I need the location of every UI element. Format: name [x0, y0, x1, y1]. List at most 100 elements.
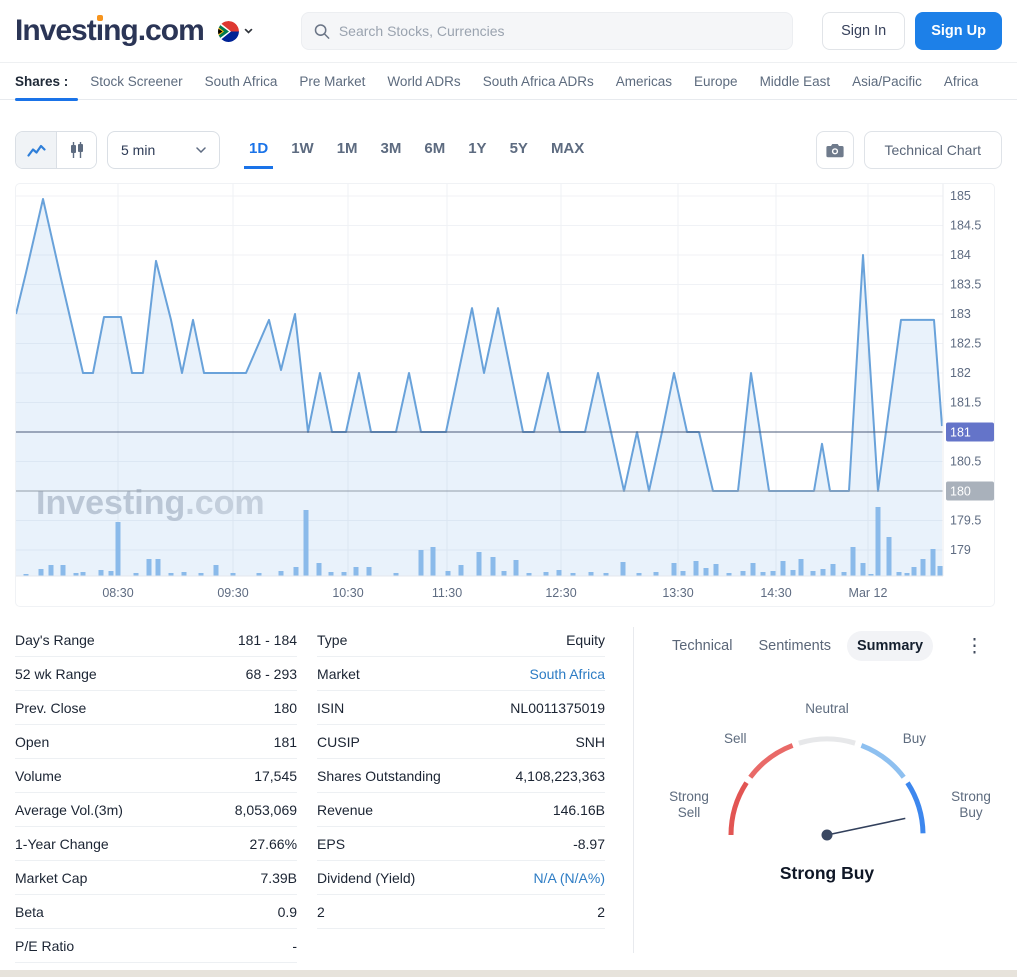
stat-value: 0.9	[277, 903, 298, 920]
nav-item-asia-pacific[interactable]: Asia/Pacific	[852, 74, 922, 89]
stat-label: CUSIP	[317, 733, 360, 750]
table-row: ISIN NL0011375019	[317, 691, 606, 725]
svg-text:08:30: 08:30	[102, 586, 133, 600]
technical-chart-button[interactable]: Technical Chart	[863, 131, 1002, 169]
logo-orange-dot	[96, 15, 103, 21]
svg-text:183: 183	[950, 307, 971, 321]
tab-summary[interactable]: Summary	[847, 631, 934, 661]
line-chart-button[interactable]	[16, 132, 56, 168]
timeframe-3m[interactable]: 3M	[376, 132, 407, 169]
stat-value: 27.66%	[249, 835, 298, 852]
svg-text:182.5: 182.5	[950, 337, 981, 351]
top-header: Investıng.com Sign In Sign Up	[0, 0, 1017, 62]
country-selector[interactable]	[217, 20, 253, 42]
table-row: CUSIP SNH	[317, 725, 606, 759]
stat-value: 68 - 293	[245, 665, 298, 682]
timeframe-1w[interactable]: 1W	[286, 132, 319, 169]
candlestick-icon	[70, 142, 83, 158]
interval-value: 5 min	[121, 142, 156, 158]
stat-value: 181 - 184	[237, 631, 298, 648]
summary-tabs: Technical Sentiments Summary ⋮	[662, 631, 992, 661]
table-row: Market South Africa	[317, 657, 606, 691]
stat-label: 1-Year Change	[15, 835, 109, 852]
stat-value: 4,108,223,363	[515, 767, 606, 784]
gauge-label-buy: Buy	[902, 731, 927, 746]
stat-value: 8,053,069	[234, 801, 298, 818]
stat-value[interactable]: South Africa	[530, 666, 606, 682]
timeframe-1d[interactable]: 1D	[244, 132, 274, 169]
kebab-menu-icon[interactable]: ⋮	[965, 637, 984, 656]
sentiment-gauge: Neutral Sell Buy Strong Sell Strong Buy	[662, 701, 992, 853]
interval-dropdown[interactable]: 5 min	[107, 131, 220, 169]
stats-table-left: Day's Range 181 - 184 52 wk Range 68 - 293 P…	[15, 623, 298, 963]
stat-value: -	[292, 937, 298, 954]
svg-text:185: 185	[950, 189, 971, 203]
nav-item-south-africa-adrs[interactable]: South Africa ADRs	[483, 74, 594, 89]
stat-label: P/E Ratio	[15, 937, 75, 954]
timeframe-6m[interactable]: 6M	[419, 132, 450, 169]
nav-item-europe[interactable]: Europe	[694, 74, 738, 89]
nav-item-south-africa[interactable]: South Africa	[205, 74, 278, 89]
stat-label: ISIN	[317, 699, 345, 716]
stat-value: NL0011375019	[510, 699, 606, 716]
table-row: 1-Year Change 27.66%	[15, 827, 298, 861]
stat-value: 180	[273, 699, 298, 716]
nav-item-pre-market[interactable]: Pre Market	[299, 74, 365, 89]
table-row: P/E Ratio -	[15, 929, 298, 963]
table-row: Revenue 146.16B	[317, 793, 606, 827]
shares-nav-label: Shares :	[15, 73, 69, 89]
table-row: Day's Range 181 - 184	[15, 623, 298, 657]
stat-label: Volume	[15, 767, 62, 784]
svg-text:179.5: 179.5	[950, 514, 981, 528]
table-row: Type Equity	[317, 623, 606, 657]
gauge-label-strong-sell: Strong Sell	[669, 789, 709, 821]
nav-item-stock-screener[interactable]: Stock Screener	[90, 74, 182, 89]
table-row: Volume 17,545	[15, 759, 298, 793]
nav-item-middle-east[interactable]: Middle East	[760, 74, 831, 89]
chevron-down-icon	[196, 147, 206, 153]
sign-up-button[interactable]: Sign Up	[915, 12, 1002, 50]
screenshot-button[interactable]	[815, 131, 854, 169]
svg-text:12:30: 12:30	[545, 586, 576, 600]
search-input[interactable]	[338, 23, 780, 39]
search-bar[interactable]	[300, 12, 793, 50]
stats-section: Day's Range 181 - 184 52 wk Range 68 - 293 P…	[0, 607, 1017, 963]
gauge-label-neutral: Neutral	[805, 701, 849, 716]
gauge-label-strong-buy: Strong Buy	[951, 789, 991, 821]
stat-value: 181	[273, 733, 298, 750]
nav-item-africa[interactable]: Africa	[944, 74, 979, 89]
chart-toolbar: 5 min 1D 1W 1M 3M 6M 1Y 5Y MAX Technical Chart	[0, 130, 1017, 170]
timeframe-5y[interactable]: 5Y	[505, 132, 533, 169]
stat-value[interactable]: N/A (N/A%)	[533, 870, 605, 886]
timeframe-1m[interactable]: 1M	[332, 132, 363, 169]
table-row: 52 wk Range 68 - 293	[15, 657, 298, 691]
timeframe-max[interactable]: MAX	[546, 132, 589, 169]
logo-text: Invest	[15, 14, 97, 47]
tab-sentiments[interactable]: Sentiments	[748, 631, 841, 661]
stat-label: EPS	[317, 835, 346, 852]
stat-label: 52 wk Range	[15, 665, 97, 682]
stat-value: Equity	[566, 631, 606, 648]
timeframe-1y[interactable]: 1Y	[463, 132, 491, 169]
price-chart[interactable]: Investing.com185184.5184183.5183182.5182…	[15, 183, 995, 607]
sign-in-button[interactable]: Sign In	[822, 12, 906, 50]
investing-logo[interactable]: Investı ng.com	[15, 14, 205, 48]
svg-text:11:30: 11:30	[432, 586, 462, 600]
table-row: Dividend (Yield) N/A (N/A%)	[317, 861, 606, 895]
stat-label: Dividend (Yield)	[317, 869, 416, 886]
stat-label: Beta	[15, 903, 44, 920]
svg-text:14:30: 14:30	[760, 586, 791, 600]
horizontal-scrollbar[interactable]	[0, 970, 1017, 977]
shares-nav: Shares : Stock Screener South Africa Pre M…	[0, 62, 1017, 99]
svg-text:184: 184	[950, 248, 971, 262]
table-row: EPS -8.97	[317, 827, 606, 861]
gauge-verdict: Strong Buy	[779, 863, 875, 883]
candlestick-chart-button[interactable]	[56, 132, 96, 168]
stat-value: 7.39B	[260, 869, 298, 886]
chart-type-group	[15, 131, 97, 169]
stat-label: Shares Outstanding	[317, 767, 441, 784]
nav-item-americas[interactable]: Americas	[616, 74, 672, 89]
line-chart-icon	[26, 144, 46, 157]
nav-item-world-adrs[interactable]: World ADRs	[387, 74, 460, 89]
tab-technical[interactable]: Technical	[662, 631, 742, 661]
